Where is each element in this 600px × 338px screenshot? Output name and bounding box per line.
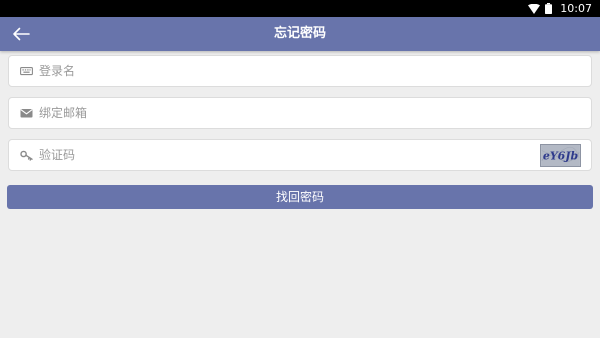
envelope-icon <box>20 109 33 118</box>
status-icons: 10:07 <box>528 0 592 17</box>
captcha-input[interactable] <box>39 140 519 170</box>
username-field[interactable] <box>8 55 592 87</box>
email-field[interactable] <box>8 97 592 129</box>
username-input[interactable] <box>39 56 519 86</box>
app-bar: 忘记密码 <box>0 17 600 51</box>
captcha-text: eY6Jb <box>543 150 579 163</box>
status-bar: 10:07 <box>0 0 600 17</box>
captcha-image[interactable]: eY6Jb <box>540 144 581 167</box>
wifi-icon <box>528 3 541 14</box>
status-time: 10:07 <box>560 2 592 15</box>
captcha-field[interactable]: eY6Jb <box>8 139 592 171</box>
back-button[interactable] <box>8 22 34 46</box>
page-title: 忘记密码 <box>273 26 326 41</box>
email-input[interactable] <box>39 98 519 128</box>
key-icon <box>20 150 33 161</box>
battery-icon <box>545 3 553 14</box>
find-password-button[interactable]: 找回密码 <box>7 185 593 209</box>
arrow-left-icon <box>13 27 30 41</box>
keyboard-icon <box>20 67 33 76</box>
